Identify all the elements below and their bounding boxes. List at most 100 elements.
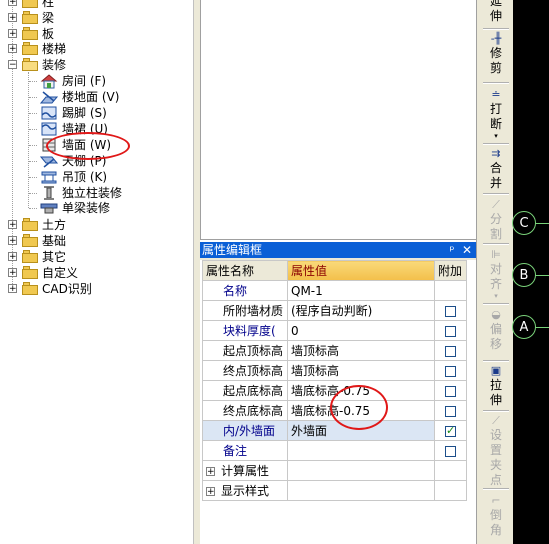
- expand-icon[interactable]: +: [8, 236, 17, 246]
- property-value[interactable]: 墙顶标高: [287, 360, 435, 381]
- align-button[interactable]: ⊫ 对齐 ▾: [479, 248, 513, 300]
- tree-item-label: 板: [42, 27, 55, 41]
- stretch-button[interactable]: ▣ 拉伸: [479, 364, 513, 408]
- floor-icon: [40, 91, 58, 104]
- tree-item-foundation[interactable]: + 基础: [0, 233, 190, 249]
- tree-item-custom[interactable]: + 自定义: [0, 265, 190, 281]
- property-group-row[interactable]: + 计算属性: [202, 460, 467, 481]
- drawing-canvas[interactable]: C B A: [512, 0, 549, 544]
- tree-item-slab[interactable]: + 板: [0, 26, 190, 42]
- attach-checkbox[interactable]: [445, 405, 456, 417]
- component-list-area: [200, 0, 476, 240]
- trim-button[interactable]: -╫ 修剪: [479, 32, 513, 76]
- close-icon[interactable]: ✕: [461, 242, 473, 258]
- expand-icon[interactable]: +: [206, 467, 215, 477]
- toolbar-separator: [483, 360, 509, 362]
- expand-icon[interactable]: +: [8, 220, 17, 230]
- button-label: 合并: [489, 161, 502, 190]
- column-decoration-icon: [44, 186, 54, 200]
- expand-icon[interactable]: +: [8, 252, 17, 262]
- property-row[interactable]: 备注: [202, 440, 467, 461]
- tree-item-label: 装修: [42, 58, 67, 72]
- attach-checkbox[interactable]: [445, 305, 456, 317]
- set-grip-button[interactable]: ⟋ 设置夹点: [479, 414, 513, 488]
- room-icon: [40, 74, 58, 89]
- button-label: 倒角: [489, 508, 502, 537]
- folder-icon: [22, 234, 38, 247]
- folder-icon: [22, 218, 38, 231]
- chamfer-button[interactable]: ⌐ 倒角: [479, 494, 513, 538]
- property-grid: 属性名称 属性值 附加 名称 QM-1 所附墙材质 (程序自动判断) 块料厚度(…: [200, 260, 476, 544]
- dropdown-arrow-icon[interactable]: ▾: [479, 132, 513, 140]
- split-button[interactable]: ⟋ 分割: [479, 198, 513, 242]
- property-value[interactable]: (程序自动判断): [287, 300, 435, 321]
- dropdown-arrow-icon[interactable]: ▾: [479, 292, 513, 300]
- modify-toolbar: 延伸 -╫ 修剪 ≐ 打断 ▾ ⇉ 合并 ⟋ 分割 ⊫ 对齐 ▾ ◒ 偏移 ▣ …: [479, 0, 513, 544]
- tree-item-suspended-ceiling[interactable]: 吊顶 (K): [0, 169, 190, 185]
- tree-item-floor[interactable]: 楼地面 (V): [0, 89, 190, 105]
- attach-checkbox[interactable]: [445, 385, 456, 397]
- property-value[interactable]: 0: [287, 320, 435, 341]
- extend-button[interactable]: 延伸: [479, 0, 513, 24]
- property-row[interactable]: 起点顶标高 墙顶标高: [202, 340, 467, 361]
- tree-item-column-decoration[interactable]: 独立柱装修: [0, 185, 190, 201]
- folder-icon: [22, 0, 38, 8]
- property-extra-cell: [434, 420, 467, 441]
- property-name: 终点底标高: [202, 400, 288, 421]
- property-group-row[interactable]: + 显示样式: [202, 480, 467, 501]
- folder-icon: [22, 266, 38, 279]
- tree-item-stairs[interactable]: + 楼梯: [0, 41, 190, 57]
- tree-item-cad-recognition[interactable]: + CAD识别: [0, 281, 190, 297]
- tree-item-earthwork[interactable]: + 土方: [0, 217, 190, 233]
- property-row[interactable]: 终点顶标高 墙顶标高: [202, 360, 467, 381]
- property-group-empty: [287, 480, 435, 501]
- tree-item-skirting[interactable]: 踢脚 (S): [0, 105, 190, 121]
- tree-item-column[interactable]: + 柱: [0, 0, 190, 10]
- group-label: 显示样式: [221, 484, 270, 498]
- property-value[interactable]: QM-1: [287, 280, 435, 301]
- offset-button[interactable]: ◒ 偏移: [479, 308, 513, 352]
- suspended-ceiling-icon: [41, 171, 57, 184]
- header-extra: 附加: [434, 260, 467, 281]
- expand-icon[interactable]: +: [206, 487, 215, 497]
- merge-button[interactable]: ⇉ 合并: [479, 147, 513, 191]
- toolbar-separator: [483, 28, 509, 30]
- splitter[interactable]: [193, 0, 200, 544]
- chamfer-icon: ⌐: [491, 494, 501, 507]
- property-extra-cell: [434, 400, 467, 421]
- attach-checkbox[interactable]: [445, 445, 456, 457]
- property-name: 内/外墙面: [202, 420, 288, 441]
- collapse-icon[interactable]: −: [8, 60, 17, 70]
- expand-icon[interactable]: +: [8, 13, 17, 23]
- attach-checkbox[interactable]: [445, 345, 456, 357]
- tree-item-decoration[interactable]: − 装修: [0, 57, 190, 73]
- property-value[interactable]: [287, 440, 435, 461]
- property-row[interactable]: 所附墙材质 (程序自动判断): [202, 300, 467, 321]
- axis-label-b: B: [512, 263, 536, 287]
- property-name: 名称: [202, 280, 288, 301]
- pin-icon[interactable]: ᵖ: [446, 242, 458, 258]
- property-value[interactable]: 墙顶标高: [287, 340, 435, 361]
- axis-label-c: C: [512, 211, 536, 235]
- attach-checkbox-checked[interactable]: [445, 424, 456, 437]
- property-row-selected[interactable]: 内/外墙面 外墙面: [202, 420, 467, 441]
- property-extra-cell: [434, 360, 467, 381]
- expand-icon[interactable]: +: [8, 284, 17, 294]
- open-folder-icon: [22, 58, 38, 71]
- tree-item-beam[interactable]: + 梁: [0, 10, 190, 26]
- tree-item-other[interactable]: + 其它: [0, 249, 190, 265]
- property-group-empty: [434, 460, 467, 481]
- expand-icon[interactable]: +: [8, 268, 17, 278]
- expand-icon[interactable]: +: [8, 29, 17, 39]
- expand-icon[interactable]: +: [8, 44, 17, 54]
- tree-item-room[interactable]: 房间 (F): [0, 73, 190, 89]
- attach-checkbox[interactable]: [445, 325, 456, 337]
- attach-checkbox[interactable]: [445, 365, 456, 377]
- expand-icon[interactable]: +: [8, 0, 17, 7]
- button-label: 偏移: [489, 322, 502, 351]
- property-row[interactable]: 名称 QM-1: [202, 280, 467, 301]
- property-row[interactable]: 块料厚度( 0: [202, 320, 467, 341]
- property-panel-titlebar[interactable]: 属性编辑框 ᵖ ✕: [200, 242, 476, 258]
- tree-item-beam-decoration[interactable]: 单梁装修: [0, 200, 190, 216]
- break-button[interactable]: ≐ 打断 ▾: [479, 88, 513, 140]
